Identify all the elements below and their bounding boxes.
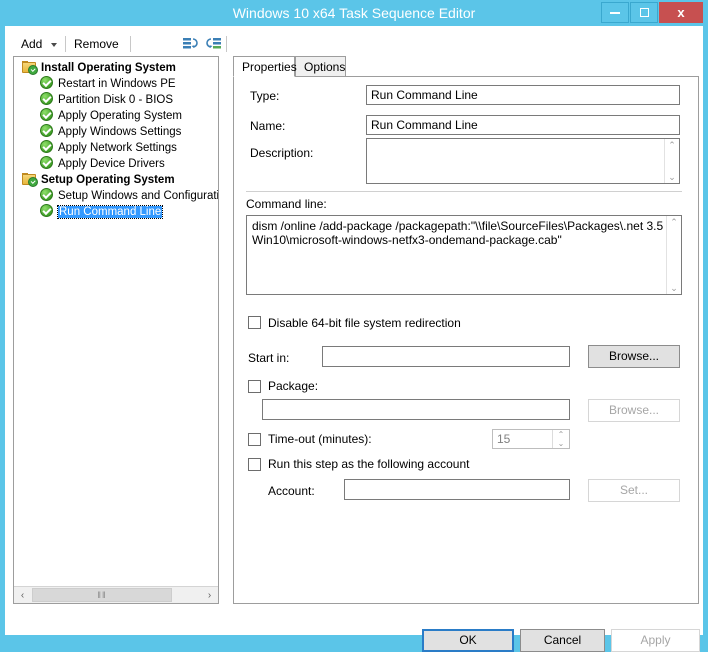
minimize-button[interactable] xyxy=(601,2,629,23)
toolbar-separator xyxy=(65,36,66,52)
description-scrollbar[interactable]: ⌃ ⌄ xyxy=(664,139,679,183)
tree-item-label: Apply Device Drivers xyxy=(58,158,165,170)
tree-item[interactable]: Apply Network Settings xyxy=(14,140,218,156)
timeout-label: Time-out (minutes): xyxy=(268,432,372,446)
tree-item-label: Restart in Windows PE xyxy=(58,78,176,90)
scrollbar-thumb[interactable]: ‖‖ xyxy=(32,588,172,602)
run-as-label: Run this step as the following account xyxy=(268,457,470,471)
cancel-button[interactable]: Cancel xyxy=(520,629,605,652)
tree-item-label: Apply Network Settings xyxy=(58,142,177,154)
start-in-label: Start in: xyxy=(248,351,290,365)
package-browse-button: Browse... xyxy=(588,399,680,422)
tree-item-label: Apply Windows Settings xyxy=(58,126,182,138)
description-field[interactable] xyxy=(366,138,680,184)
run-as-checkbox[interactable] xyxy=(248,458,261,471)
tree-item-label: Setup Operating System xyxy=(41,174,175,186)
tree-item-label: Run Command Line xyxy=(56,205,164,219)
tree-toolbar: Add Remove xyxy=(13,32,227,56)
tree-item-label: Install Operating System xyxy=(41,62,176,74)
tree-item[interactable]: Apply Device Drivers xyxy=(14,156,218,172)
minimize-icon xyxy=(610,11,620,14)
timeout-value: 15 xyxy=(497,432,511,446)
tree-item[interactable]: Install Operating System xyxy=(14,60,218,76)
tree-item[interactable]: Restart in Windows PE xyxy=(14,76,218,92)
tree-item[interactable]: Setup Operating System xyxy=(14,172,218,188)
tree-item[interactable]: Apply Operating System xyxy=(14,108,218,124)
command-line-scrollbar[interactable]: ⌃ ⌄ xyxy=(666,216,681,294)
green-check-icon xyxy=(40,92,54,106)
scroll-right-icon[interactable]: › xyxy=(201,587,218,603)
apply-button[interactable]: Apply xyxy=(611,629,700,652)
disable-redirection-checkbox[interactable] xyxy=(248,316,261,329)
close-button[interactable]: x xyxy=(659,2,703,23)
name-label: Name: xyxy=(250,119,286,133)
maximize-icon xyxy=(639,8,649,17)
start-in-field[interactable] xyxy=(322,346,570,367)
green-check-icon xyxy=(40,188,54,202)
package-label: Package: xyxy=(268,379,319,393)
description-label: Description: xyxy=(250,146,314,160)
tree-item-label: Apply Operating System xyxy=(58,110,183,122)
tree-item[interactable]: Setup Windows and Configuration xyxy=(14,188,218,204)
scroll-down-icon[interactable]: ⌄ xyxy=(668,171,676,183)
tree-item[interactable]: Run Command Line xyxy=(14,204,218,220)
toolbar-separator xyxy=(226,36,227,52)
toolbar-separator xyxy=(130,36,131,52)
folder-check-icon xyxy=(22,173,38,187)
insert-step-icon[interactable] xyxy=(181,35,199,53)
command-line-field[interactable]: dism /online /add-package /packagepath:"… xyxy=(246,215,682,295)
tree-item-label: Setup Windows and Configuration xyxy=(58,190,219,202)
start-in-browse-button[interactable]: Browse... xyxy=(588,345,680,368)
remove-button[interactable]: Remove xyxy=(70,34,123,54)
divider xyxy=(246,191,682,192)
scroll-up-icon[interactable]: ⌃ xyxy=(670,216,678,228)
name-field[interactable]: Run Command Line xyxy=(366,115,680,135)
type-field: Run Command Line xyxy=(366,85,680,105)
tree-horizontal-scrollbar[interactable]: ‹ ‖‖ › xyxy=(14,586,218,603)
spinner-up-icon[interactable]: ⌃ xyxy=(553,430,569,439)
task-sequence-editor-window: Windows 10 x64 Task Sequence Editor x Ad… xyxy=(0,0,708,652)
tree-item[interactable]: Partition Disk 0 - BIOS xyxy=(14,92,218,108)
tree-list: Install Operating System Restart in Windo… xyxy=(14,57,218,220)
scroll-down-icon[interactable]: ⌄ xyxy=(670,282,678,294)
timeout-spinner[interactable]: 15 ⌃ ⌄ xyxy=(492,429,570,449)
package-field xyxy=(262,399,570,420)
maximize-button[interactable] xyxy=(630,2,658,23)
disable-redirection-label: Disable 64-bit file system redirection xyxy=(268,316,461,330)
scroll-left-icon[interactable]: ‹ xyxy=(14,587,31,603)
properties-panel: Type: Run Command Line Name: Run Command… xyxy=(233,76,699,604)
green-check-icon xyxy=(40,140,54,154)
green-check-icon xyxy=(40,124,54,138)
green-check-icon xyxy=(40,156,54,170)
folder-check-icon xyxy=(22,61,38,75)
chevron-down-icon[interactable] xyxy=(51,43,57,47)
insert-group-icon[interactable] xyxy=(205,35,223,53)
timeout-checkbox[interactable] xyxy=(248,433,261,446)
command-line-label: Command line: xyxy=(246,197,327,211)
green-check-icon xyxy=(40,108,54,122)
client-area: Add Remove Install Operating System Rest… xyxy=(5,26,703,652)
timeout-spinner-buttons[interactable]: ⌃ ⌄ xyxy=(552,430,569,448)
package-checkbox[interactable] xyxy=(248,380,261,393)
tree-item[interactable]: Apply Windows Settings xyxy=(14,124,218,140)
green-check-icon xyxy=(40,76,54,90)
tree-item-label: Partition Disk 0 - BIOS xyxy=(58,94,174,106)
tab-strip: Properties Options xyxy=(233,56,699,77)
green-check-icon xyxy=(40,204,54,218)
tab-properties[interactable]: Properties xyxy=(233,56,297,77)
close-icon: x xyxy=(677,5,685,20)
account-field xyxy=(344,479,570,500)
type-label: Type: xyxy=(250,89,280,103)
scroll-up-icon[interactable]: ⌃ xyxy=(668,139,676,151)
account-set-button: Set... xyxy=(588,479,680,502)
tab-options[interactable]: Options xyxy=(295,56,346,77)
spinner-down-icon[interactable]: ⌄ xyxy=(553,439,569,448)
account-label: Account: xyxy=(268,484,315,498)
ok-button[interactable]: OK xyxy=(422,629,514,652)
title-bar[interactable]: Windows 10 x64 Task Sequence Editor x xyxy=(0,0,708,26)
task-sequence-tree[interactable]: Install Operating System Restart in Windo… xyxy=(13,56,219,604)
add-button[interactable]: Add xyxy=(17,34,46,54)
